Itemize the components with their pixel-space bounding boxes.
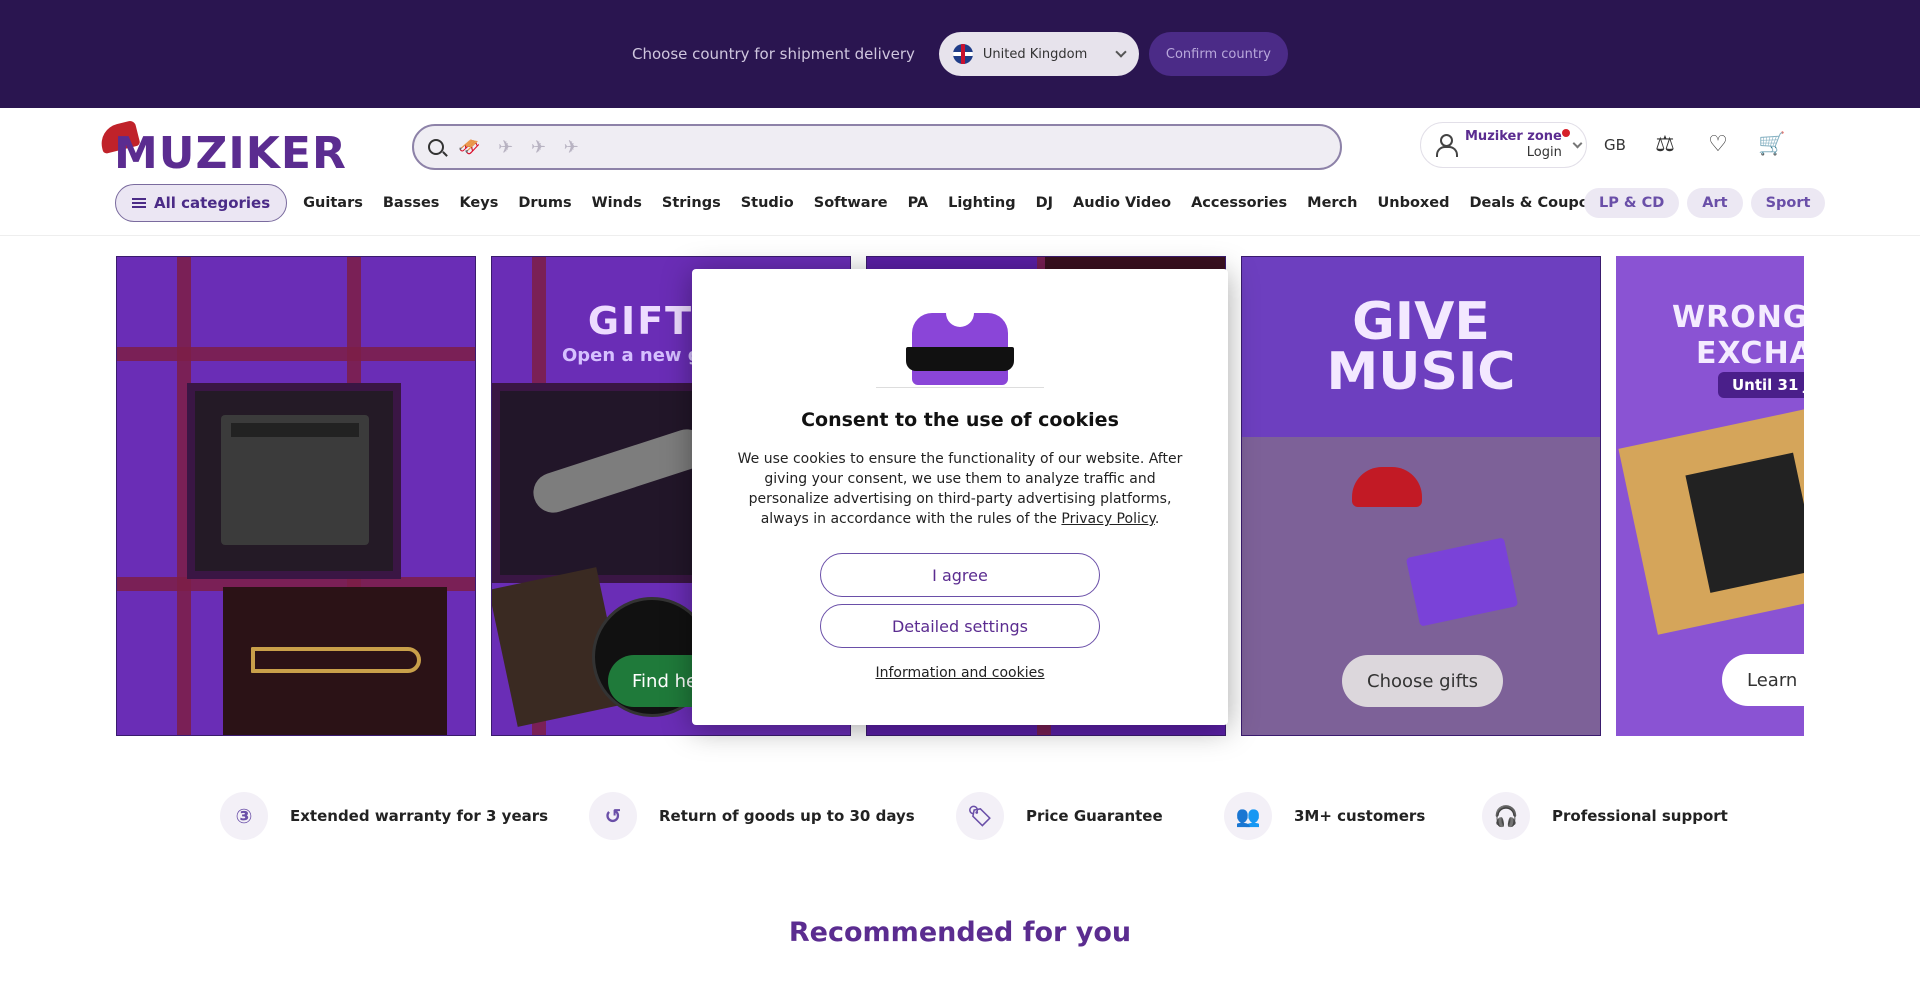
logo-text: MUZIKER <box>114 128 347 179</box>
country-select[interactable]: United Kingdom <box>938 32 1139 76</box>
all-categories-button[interactable]: All categories <box>115 184 288 222</box>
site-header: MUZIKER 🛷 ✈ ✈ ✈ Muziker zone Login GB ⚖ … <box>0 108 1920 236</box>
cookie-modal-text: We use cookies to ensure the functionali… <box>737 451 1183 527</box>
menu-icon <box>132 198 146 208</box>
pill-sport[interactable]: Sport <box>1750 188 1826 218</box>
return-icon: ↺ <box>589 792 637 840</box>
privacy-policy-link[interactable]: Privacy Policy <box>1061 511 1154 527</box>
uk-flag-icon <box>952 44 973 64</box>
nav-item-pa[interactable]: PA <box>908 195 929 211</box>
benefit-warranty[interactable]: ③ Extended warranty for 3 years <box>220 792 548 840</box>
information-cookies-link[interactable]: Information and cookies <box>692 665 1228 681</box>
recommended-heading: Recommended for you <box>788 917 1132 948</box>
learn-more-button[interactable]: Learn m <box>1722 654 1804 706</box>
banner-title: GIVE MUSIC <box>1242 296 1600 398</box>
benefits-row: ③ Extended warranty for 3 years ↺ Return… <box>0 792 1920 840</box>
nav-item-strings[interactable]: Strings <box>662 195 721 211</box>
pill-art[interactable]: Art <box>1687 188 1743 218</box>
compare-icon[interactable]: ⚖ <box>1652 134 1678 156</box>
country-bar-label: Choose country for shipment delivery <box>631 45 915 63</box>
banner-title-line-2: EXCHAN <box>1696 336 1804 371</box>
nav-item-basses[interactable]: Basses <box>383 195 440 211</box>
notification-dot <box>1562 129 1570 137</box>
cart-icon[interactable]: 🛒 <box>1758 134 1785 156</box>
benefit-label: Extended warranty for 3 years <box>290 807 549 825</box>
muziker-zone-login[interactable]: Muziker zone Login <box>1420 122 1587 168</box>
login-label: Login <box>1526 145 1562 160</box>
nav-item-accessories[interactable]: Accessories <box>1191 195 1287 211</box>
nav-item-guitars[interactable]: Guitars <box>303 195 363 211</box>
chevron-down-icon <box>1572 138 1583 148</box>
package-image <box>1618 407 1804 635</box>
choose-gifts-button[interactable]: Choose gifts <box>1342 655 1504 707</box>
nav-item-winds[interactable]: Winds <box>592 195 642 211</box>
benefit-label: 3M+ customers <box>1294 807 1426 825</box>
nav-item-drums[interactable]: Drums <box>518 195 571 211</box>
nav-item-unboxed[interactable]: Unboxed <box>1377 195 1449 211</box>
customers-icon: 👥 <box>1224 792 1272 840</box>
benefit-return[interactable]: ↺ Return of goods up to 30 days <box>589 792 915 840</box>
cookie-consent-modal: Consent to the use of cookies We use coo… <box>692 269 1228 725</box>
country-bar: Choose country for shipment delivery Uni… <box>0 0 1920 108</box>
nav-item-lighting[interactable]: Lighting <box>948 195 1016 211</box>
amplifier-image <box>187 383 401 579</box>
search-input[interactable]: 🛷 ✈ ✈ ✈ <box>412 124 1342 170</box>
category-nav: All categories Guitars Basses Keys Drums… <box>115 184 1628 222</box>
nav-item-audio-video[interactable]: Audio Video <box>1073 195 1171 211</box>
muziker-logo[interactable]: MUZIKER <box>97 116 346 179</box>
support-icon: 🎧 <box>1482 792 1530 840</box>
confirm-country-button[interactable]: Confirm country <box>1148 32 1288 76</box>
banner-title-line-2: MUSIC <box>1326 342 1516 402</box>
user-icon <box>1435 134 1458 157</box>
chevron-down-icon <box>1115 46 1127 58</box>
nav-item-keys[interactable]: Keys <box>459 195 498 211</box>
ribbon-decoration <box>117 347 475 361</box>
zone-title: Muziker zone <box>1465 129 1562 144</box>
search-icon <box>428 139 444 155</box>
nav-pills: LP & CD Art Sport <box>1584 188 1826 218</box>
price-tag-icon: 🏷 <box>956 792 1004 840</box>
benefit-price-guarantee[interactable]: 🏷 Price Guarantee <box>956 792 1163 840</box>
all-categories-label: All categories <box>154 194 271 212</box>
banner-gift-boxes[interactable] <box>116 256 476 736</box>
nav-item-software[interactable]: Software <box>814 195 888 211</box>
trumpet-image <box>223 587 447 735</box>
banner-give-music[interactable]: GIVE MUSIC Choose gifts <box>1241 256 1601 736</box>
detailed-settings-button[interactable]: Detailed settings <box>820 604 1100 648</box>
pill-lp-cd[interactable]: LP & CD <box>1584 188 1680 218</box>
region-selector[interactable]: GB <box>1604 136 1626 154</box>
benefit-customers[interactable]: 👥 3M+ customers <box>1224 792 1425 840</box>
benefit-label: Price Guarantee <box>1026 807 1163 825</box>
nav-item-dj[interactable]: DJ <box>1036 195 1053 211</box>
cookie-modal-title: Consent to the use of cookies <box>801 409 1119 431</box>
benefit-label: Professional support <box>1552 807 1728 825</box>
nav-item-studio[interactable]: Studio <box>741 195 794 211</box>
banner-title-line-1: WRONG G <box>1672 300 1804 335</box>
wishlist-heart-icon[interactable]: ♡ <box>1705 134 1731 156</box>
muziker-mascot-icon <box>876 311 1044 388</box>
warranty-icon: ③ <box>220 792 268 840</box>
banner-exchange[interactable]: WRONG G EXCHAN Until 31 Ja Learn m <box>1616 256 1804 736</box>
until-badge: Until 31 Ja <box>1718 372 1804 398</box>
benefit-support[interactable]: 🎧 Professional support <box>1482 792 1728 840</box>
agree-button[interactable]: I agree <box>820 553 1100 597</box>
nav-item-merch[interactable]: Merch <box>1307 195 1357 211</box>
selected-country: United Kingdom <box>982 46 1088 62</box>
sleigh-decoration-icon: 🛷 ✈ ✈ ✈ <box>458 136 585 158</box>
benefit-label: Return of goods up to 30 days <box>659 807 915 825</box>
